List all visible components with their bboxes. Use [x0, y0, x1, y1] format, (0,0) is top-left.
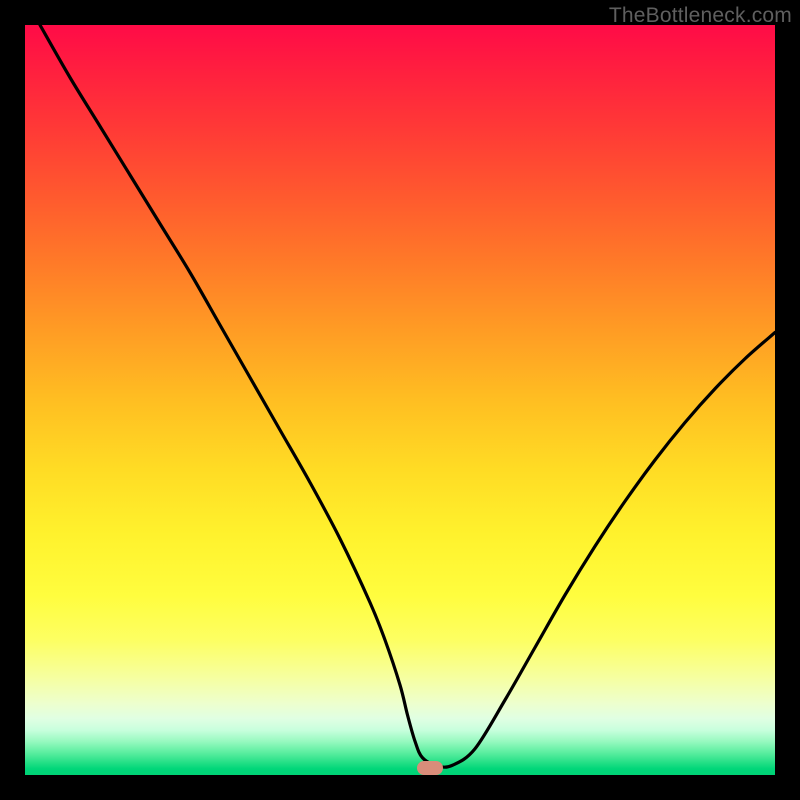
- trough-marker: [417, 761, 443, 775]
- bottleneck-curve: [40, 25, 775, 767]
- curve-layer: [25, 25, 775, 775]
- chart-container: TheBottleneck.com: [0, 0, 800, 800]
- plot-area: [25, 25, 775, 775]
- watermark-text: TheBottleneck.com: [609, 4, 792, 28]
